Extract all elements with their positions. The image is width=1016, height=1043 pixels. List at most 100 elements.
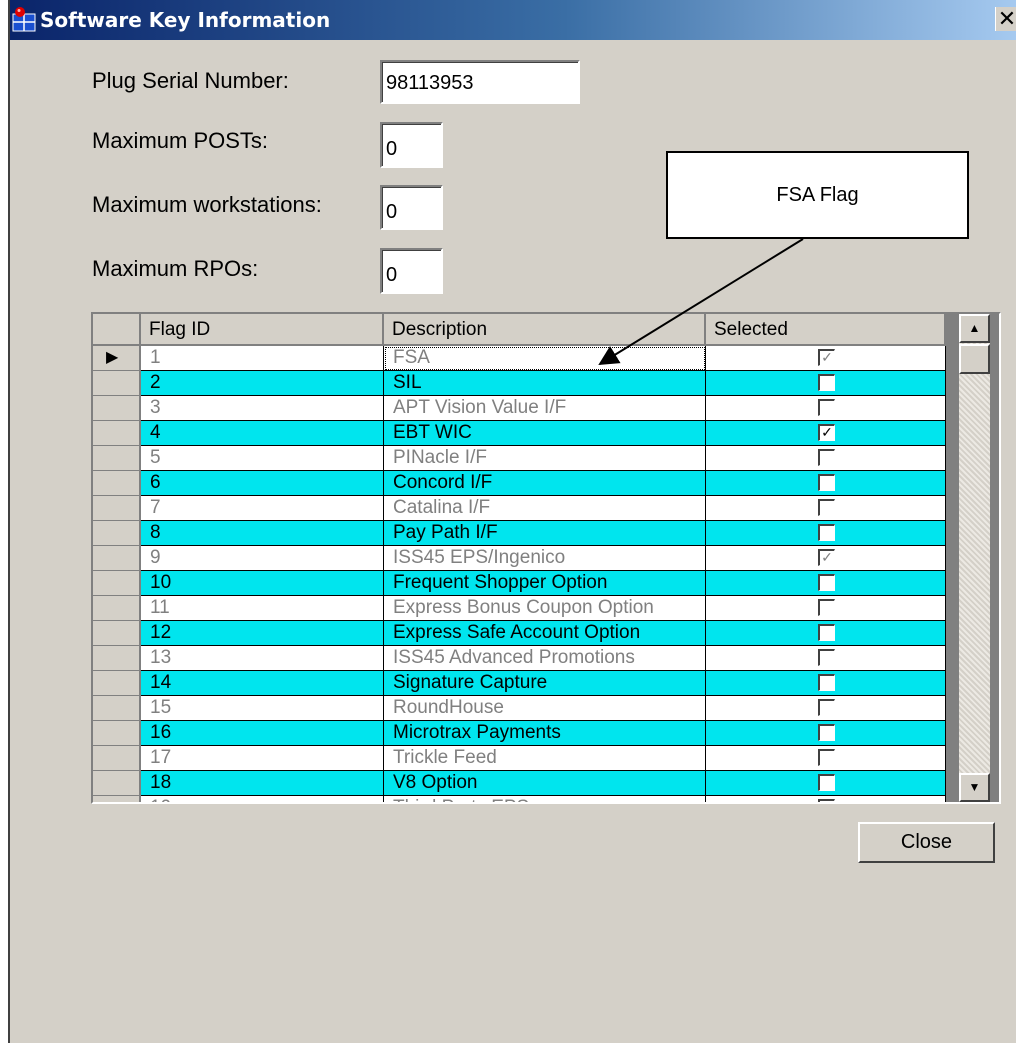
description-cell[interactable]: Frequent Shopper Option [384, 571, 706, 596]
close-button[interactable]: Close [858, 822, 995, 863]
table-row[interactable]: 14 Signature Capture [93, 671, 946, 696]
selected-cell[interactable]: ✓ [706, 546, 946, 571]
checkbox-icon[interactable] [818, 399, 835, 416]
scroll-thumb[interactable] [959, 344, 990, 374]
description-cell[interactable]: Express Bonus Coupon Option [384, 596, 706, 621]
selected-cell[interactable] [706, 446, 946, 471]
table-row[interactable]: 8 Pay Path I/F [93, 521, 946, 546]
checkbox-icon[interactable] [818, 524, 835, 541]
selected-cell[interactable] [706, 696, 946, 721]
selected-cell[interactable]: ✓ [706, 346, 946, 371]
checkbox-icon[interactable] [818, 624, 835, 641]
selected-cell[interactable] [706, 371, 946, 396]
description-cell[interactable]: FSA [384, 346, 706, 371]
checkbox-icon[interactable]: ✓ [818, 349, 835, 366]
checkbox-icon[interactable] [818, 774, 835, 791]
selected-cell[interactable] [706, 796, 946, 802]
selected-cell[interactable] [706, 671, 946, 696]
table-row[interactable]: 18 V8 Option [93, 771, 946, 796]
flag-id-cell[interactable]: 19 [141, 796, 384, 802]
checkbox-icon[interactable] [818, 374, 835, 391]
description-cell[interactable]: V8 Option [384, 771, 706, 796]
flag-id-cell[interactable]: 12 [141, 621, 384, 646]
row-selector[interactable] [93, 496, 140, 521]
table-row[interactable]: 6 Concord I/F [93, 471, 946, 496]
description-cell[interactable]: ISS45 EPS/Ingenico [384, 546, 706, 571]
checkbox-icon[interactable] [818, 499, 835, 516]
flag-id-cell[interactable]: 6 [141, 471, 384, 496]
description-cell[interactable]: Microtrax Payments [384, 721, 706, 746]
row-selector[interactable] [93, 621, 140, 646]
selected-cell[interactable] [706, 471, 946, 496]
description-cell[interactable]: ISS45 Advanced Promotions [384, 646, 706, 671]
row-selector[interactable] [93, 446, 140, 471]
selected-cell[interactable] [706, 771, 946, 796]
checkbox-icon[interactable] [818, 474, 835, 491]
flag-id-cell[interactable]: 3 [141, 396, 384, 421]
flag-id-cell[interactable]: 10 [141, 571, 384, 596]
flag-id-cell[interactable]: 13 [141, 646, 384, 671]
checkbox-icon[interactable] [818, 699, 835, 716]
selected-cell[interactable] [706, 646, 946, 671]
table-row[interactable]: 19Third Party EPS [93, 796, 946, 802]
table-row[interactable]: 12 Express Safe Account Option [93, 621, 946, 646]
description-cell[interactable]: Express Safe Account Option [384, 621, 706, 646]
flag-id-cell[interactable]: 4 [141, 421, 384, 446]
selected-cell[interactable] [706, 721, 946, 746]
table-row[interactable]: 13 ISS45 Advanced Promotions [93, 646, 946, 671]
selected-cell[interactable] [706, 571, 946, 596]
description-cell[interactable]: Signature Capture [384, 671, 706, 696]
description-cell[interactable]: RoundHouse [384, 696, 706, 721]
checkbox-icon[interactable] [818, 599, 835, 616]
description-cell[interactable]: Trickle Feed [384, 746, 706, 771]
checkbox-icon[interactable] [818, 574, 835, 591]
description-cell[interactable]: Catalina I/F [384, 496, 706, 521]
table-row[interactable]: 15 RoundHouse [93, 696, 946, 721]
checkbox-icon[interactable] [818, 749, 835, 766]
flag-id-cell[interactable]: 1 [141, 346, 384, 371]
row-selector[interactable] [93, 421, 140, 446]
row-selector[interactable] [93, 796, 140, 802]
checkbox-icon[interactable] [818, 674, 835, 691]
flag-id-cell[interactable]: 15 [141, 696, 384, 721]
row-selector[interactable] [93, 646, 140, 671]
description-cell[interactable]: PINacle I/F [384, 446, 706, 471]
row-selector[interactable] [93, 721, 140, 746]
selected-cell[interactable] [706, 496, 946, 521]
flag-id-cell[interactable]: 16 [141, 721, 384, 746]
table-row[interactable]: 3 APT Vision Value I/F [93, 396, 946, 421]
table-row[interactable]: 5 PINacle I/F [93, 446, 946, 471]
flag-id-cell[interactable]: 11 [141, 596, 384, 621]
row-selector[interactable] [93, 371, 140, 396]
selected-cell[interactable] [706, 396, 946, 421]
flag-id-cell[interactable]: 14 [141, 671, 384, 696]
table-row[interactable]: 17 Trickle Feed [93, 746, 946, 771]
row-selector[interactable] [93, 746, 140, 771]
title-bar[interactable]: Software Key Information ✕ [10, 0, 1016, 40]
column-header-description[interactable]: Description [384, 314, 706, 346]
scroll-down-icon[interactable]: ▼ [959, 773, 990, 802]
selected-cell[interactable] [706, 521, 946, 546]
row-selector[interactable] [93, 521, 140, 546]
table-row[interactable]: 7 Catalina I/F [93, 496, 946, 521]
row-selector[interactable] [93, 771, 140, 796]
description-cell[interactable]: SIL [384, 371, 706, 396]
column-header-flag-id[interactable]: Flag ID [141, 314, 384, 346]
table-row[interactable]: 2 SIL [93, 371, 946, 396]
checkbox-icon[interactable] [818, 649, 835, 666]
checkbox-icon[interactable]: ✓ [818, 424, 835, 441]
flag-id-cell[interactable]: 5 [141, 446, 384, 471]
description-cell[interactable]: Pay Path I/F [384, 521, 706, 546]
selected-cell[interactable] [706, 621, 946, 646]
table-row[interactable]: 11 Express Bonus Coupon Option [93, 596, 946, 621]
selected-cell[interactable] [706, 596, 946, 621]
row-selector[interactable] [93, 596, 140, 621]
row-selector[interactable] [93, 571, 140, 596]
selected-cell[interactable] [706, 746, 946, 771]
checkbox-icon[interactable] [818, 799, 835, 802]
table-row[interactable]: 9 ISS45 EPS/Ingenico ✓ [93, 546, 946, 571]
row-selector[interactable] [93, 546, 140, 571]
checkbox-icon[interactable] [818, 449, 835, 466]
description-cell[interactable]: APT Vision Value I/F [384, 396, 706, 421]
description-cell[interactable]: Concord I/F [384, 471, 706, 496]
